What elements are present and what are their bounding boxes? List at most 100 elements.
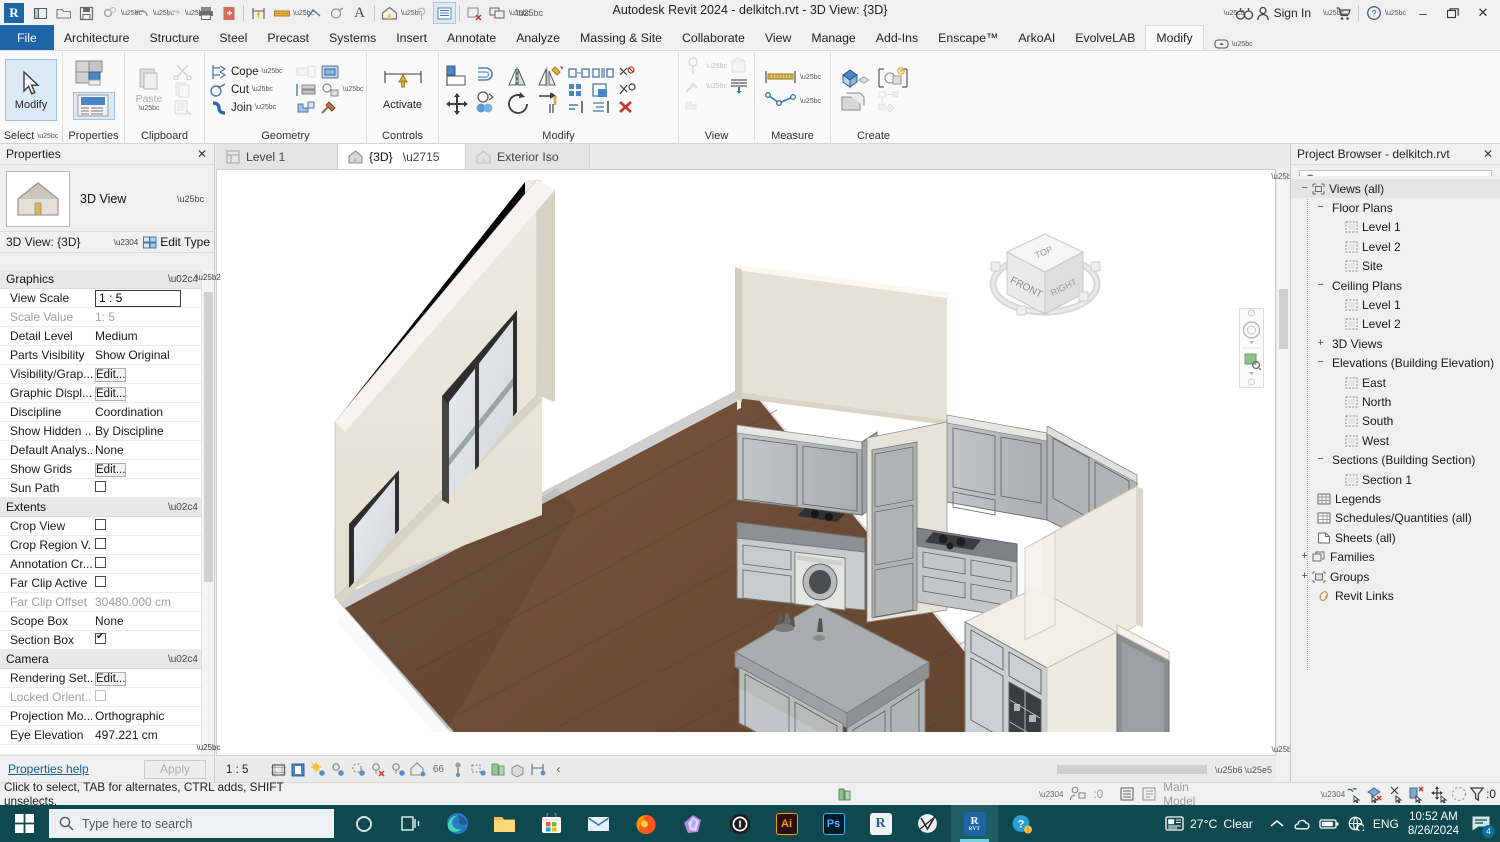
tree-node-schedules-quantities[interactable]: Schedules/Quantities (all) xyxy=(1291,509,1500,528)
tab-enscape[interactable]: Enscape™ xyxy=(928,25,1008,50)
undo-icon[interactable] xyxy=(130,2,153,24)
notifications-icon[interactable]: 4 xyxy=(1468,811,1495,838)
tab-systems[interactable]: Systems xyxy=(319,25,386,50)
scroll-up-arrow[interactable]: \u25b2 xyxy=(196,270,220,284)
tree-node-elevation-north[interactable]: North xyxy=(1291,392,1500,411)
design-options-caret[interactable]: \u2304 xyxy=(1039,790,1063,799)
annotation-crop-checkbox[interactable] xyxy=(95,557,106,568)
tab-file[interactable]: File xyxy=(0,25,54,50)
split-element-icon[interactable] xyxy=(568,66,590,80)
tag-dropdown-caret[interactable]: \u25bc xyxy=(293,10,314,17)
new-icon[interactable] xyxy=(29,2,52,24)
save-icon[interactable] xyxy=(75,2,98,24)
crop-view-icon[interactable] xyxy=(268,760,288,780)
print-icon[interactable] xyxy=(194,2,217,24)
filter-icon[interactable] xyxy=(1469,785,1485,803)
cope-button[interactable]: Cope \u25bc xyxy=(210,64,283,80)
network-icon[interactable] xyxy=(1348,816,1364,831)
tab-insert[interactable]: Insert xyxy=(386,25,437,50)
start-button[interactable] xyxy=(0,805,48,842)
scroll-up-arrow[interactable]: \u25b2 xyxy=(1271,169,1295,183)
scroll-right-arrow[interactable]: \u25b6 xyxy=(1215,765,1243,775)
tree-node-legends[interactable]: Legends xyxy=(1291,489,1500,508)
reveal-hidden-elements-icon[interactable] xyxy=(729,57,749,75)
infocenter-collapse-caret[interactable]: \u25c0 xyxy=(1224,10,1245,17)
scroll-down-arrow[interactable]: \u25bc xyxy=(1271,742,1295,756)
property-group-extents[interactable]: Extents \u02c4 xyxy=(0,498,214,517)
tab-precast[interactable]: Precast xyxy=(257,25,319,50)
resize-grip[interactable]: \u25e5 xyxy=(1244,765,1272,775)
tab-view[interactable]: View xyxy=(755,25,801,50)
tree-node-ceiling-plans[interactable]: − Ceiling Plans xyxy=(1291,276,1500,295)
unpin-icon[interactable] xyxy=(616,82,638,97)
view-tab-3d[interactable]: {3D} \u2715 xyxy=(338,144,466,169)
align-right-icon[interactable] xyxy=(592,100,614,114)
tab-steel[interactable]: Steel xyxy=(209,25,257,50)
trim-extend-icon[interactable] xyxy=(536,91,564,115)
search-knowledge-icon[interactable] xyxy=(1233,2,1256,24)
show-crop-region-icon[interactable] xyxy=(288,760,308,780)
tree-node-floor-plans[interactable]: − Floor Plans xyxy=(1291,198,1500,217)
collapse-view-bar-icon[interactable]: ‹ xyxy=(548,760,568,780)
tree-node-views-all[interactable]: − Views (all) xyxy=(1291,179,1500,199)
copilot-icon[interactable] xyxy=(669,805,716,842)
view-dropdown-caret[interactable]: \u25bc xyxy=(401,10,422,17)
select-panel-caret[interactable]: \u25bc xyxy=(37,133,58,140)
revit-icon[interactable]: R xyxy=(857,805,904,842)
design-options-icon[interactable] xyxy=(488,760,508,780)
detail-component-icon[interactable] xyxy=(325,2,348,24)
close-icon[interactable]: \u2715 xyxy=(403,150,440,164)
type-properties-icon[interactable] xyxy=(74,60,114,90)
edit-type-button[interactable]: Edit Type xyxy=(143,235,210,249)
apply-button[interactable]: Apply xyxy=(144,759,206,779)
tree-node-elevation-west[interactable]: West xyxy=(1291,431,1500,450)
detail-line-icon[interactable] xyxy=(302,2,325,24)
main-model-caret[interactable]: \u2304 xyxy=(1321,790,1345,799)
mirror-draw-axis-icon[interactable] xyxy=(536,65,564,89)
tab-annotate[interactable]: Annotate xyxy=(437,25,506,50)
tab-add-ins[interactable]: Add-Ins xyxy=(866,25,928,50)
rendering-dialog-icon[interactable] xyxy=(348,760,368,780)
join-geometry-button[interactable]: Join \u25bc xyxy=(210,100,283,116)
property-row-show-hidden-lines[interactable]: Show Hidden ... By Discipline xyxy=(0,422,214,441)
tree-node-elevations[interactable]: − Elevations (Building Elevation) xyxy=(1291,354,1500,373)
edge-icon[interactable] xyxy=(434,805,481,842)
match-type-properties-icon[interactable] xyxy=(173,100,193,116)
scale-icon[interactable] xyxy=(592,82,614,97)
tree-node-revit-links[interactable]: Revit Links xyxy=(1291,586,1500,605)
paint-geometry-icon[interactable] xyxy=(319,82,341,98)
tree-node-section-1[interactable]: Section 1 xyxy=(1291,470,1500,489)
clock[interactable]: 10:52 AM 8/26/2024 xyxy=(1408,810,1459,838)
chevron-down-icon[interactable]: \u2304 xyxy=(109,238,143,247)
tray-expand-icon[interactable] xyxy=(1270,819,1284,829)
rotate-icon[interactable] xyxy=(506,91,532,115)
design-options-list-icon[interactable] xyxy=(1119,786,1135,802)
section-icon[interactable] xyxy=(410,2,433,24)
paste-button[interactable]: Paste \u25bc xyxy=(130,65,168,114)
properties-type-selector[interactable]: 3D View \u25bc xyxy=(0,165,214,231)
measure-icon-2[interactable] xyxy=(528,760,548,780)
scroll-thumb[interactable] xyxy=(204,292,213,582)
autodesk-store-icon[interactable] xyxy=(1332,2,1355,24)
modify-button[interactable]: Modify xyxy=(5,58,57,121)
tab-structure[interactable]: Structure xyxy=(139,25,209,50)
properties-scrollbar[interactable]: \u25b2 \u25bc xyxy=(196,270,221,754)
close-inactive-views-icon[interactable] xyxy=(463,2,486,24)
tree-node-sections[interactable]: − Sections (Building Section) xyxy=(1291,450,1500,469)
property-row-parts-visibility[interactable]: Parts Visibility Show Original xyxy=(0,346,214,365)
tree-node-sheets[interactable]: Sheets (all) xyxy=(1291,528,1500,547)
pin-icon[interactable] xyxy=(616,65,638,80)
tree-node-elevation-south[interactable]: South xyxy=(1291,412,1500,431)
revit-logo-icon[interactable]: R xyxy=(4,3,24,23)
sign-in-button[interactable]: Sign In xyxy=(1256,6,1311,21)
help-icon[interactable]: ?! xyxy=(998,805,1045,842)
customize-qat-icon[interactable]: \u25bc xyxy=(516,2,543,24)
create-assembly-icon[interactable] xyxy=(877,91,909,113)
property-row-default-analysis-display[interactable]: Default Analys... None xyxy=(0,441,214,460)
activate-dimensions-button[interactable]: Activate xyxy=(372,59,433,121)
expand-toggle[interactable]: + xyxy=(1298,571,1311,583)
tab-evolvelab[interactable]: EvolveLAB xyxy=(1065,25,1145,50)
sun-path-checkbox[interactable] xyxy=(95,481,106,492)
view-vertical-scrollbar[interactable]: \u25b2 \u25bc xyxy=(1271,169,1296,756)
property-row-eye-elevation[interactable]: Eye Elevation 497.221 cm xyxy=(0,726,214,745)
